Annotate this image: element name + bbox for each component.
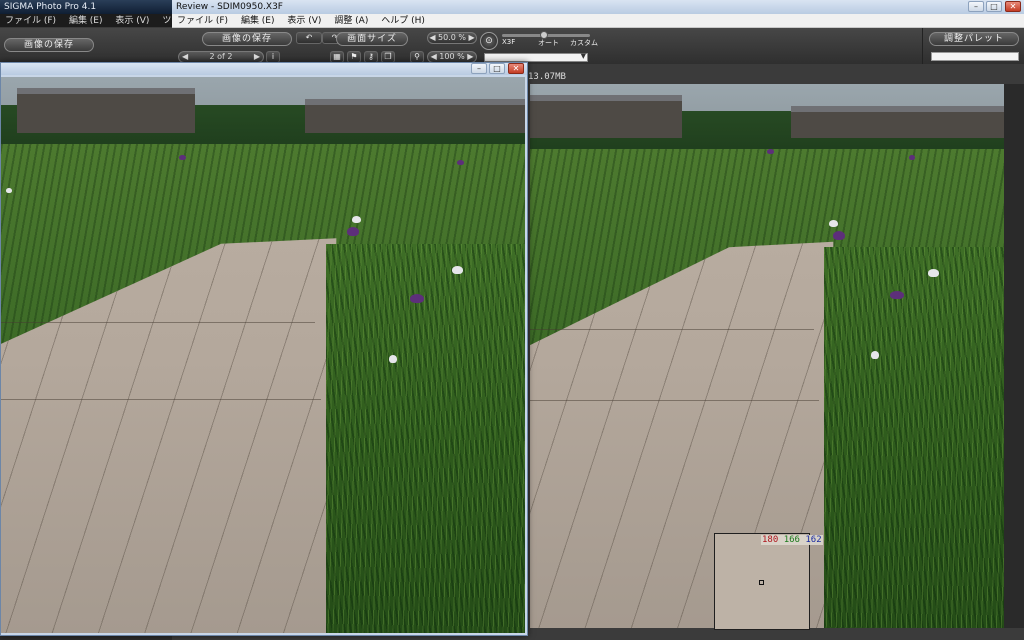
zoom-bottom-value: 100 % [439, 52, 465, 61]
rgb-red-value: 180 [762, 535, 779, 545]
photo-iris [890, 290, 905, 299]
photo-plank-line [1, 321, 316, 323]
mode-label-auto: オート [538, 39, 559, 47]
photo-building [304, 99, 525, 133]
photo-iris [928, 268, 940, 277]
mode-label-x3f: X3F [502, 38, 516, 46]
photo-building [790, 105, 1004, 139]
screen-size-button[interactable]: 画面サイズ [336, 32, 408, 46]
pixel-loupe[interactable] [714, 533, 810, 630]
photo-tall-grass [823, 247, 1004, 628]
sigma-menu-tools[interactable]: ツール (T) [157, 16, 172, 26]
adjust-palette-button[interactable]: 調整パレット [929, 32, 1019, 46]
photo-iris [179, 154, 187, 160]
mode-label-custom: カスタム [570, 39, 598, 47]
adjust-palette-field[interactable] [931, 52, 1019, 61]
review-close-icon[interactable]: ✕ [1005, 1, 1021, 12]
review-save-button[interactable]: 画像の保存 [202, 32, 292, 46]
review-menu-help[interactable]: ヘルプ (H) [376, 16, 430, 26]
photo-iris [409, 293, 424, 303]
popup-image-window: – □ ✕ [0, 62, 528, 636]
rgb-readout: 180 166 162 [761, 535, 823, 545]
rgb-green-value: 166 [783, 535, 800, 545]
sigma-titlebar: SIGMA Photo Pro 4.1 [0, 0, 172, 14]
review-menu-file[interactable]: ファイル (F) [172, 16, 233, 26]
sigma-menubar: ファイル (F) 編集 (E) 表示 (V) ツール (T) [0, 14, 172, 28]
review-menubar: ファイル (F) 編集 (E) 表示 (V) 調整 (A) ヘルプ (H) [172, 14, 1024, 28]
adjust-palette-panel: 調整パレット [922, 28, 1024, 64]
zoom-bottom-up-icon[interactable]: ▶ [467, 52, 473, 61]
photo-plank-line [1, 399, 321, 401]
sigma-menu-view[interactable]: 表示 (V) [110, 16, 154, 26]
popup-photo[interactable] [1, 77, 525, 633]
loupe-crosshair [759, 580, 764, 585]
photo-iris [352, 216, 362, 223]
photo-iris [346, 227, 359, 237]
review-menu-view[interactable]: 表示 (V) [282, 16, 326, 26]
photo-plank-line [530, 328, 815, 330]
next-page-icon[interactable]: ▶ [254, 52, 263, 62]
review-menu-adjust[interactable]: 調整 (A) [329, 16, 373, 26]
popup-minimize-icon[interactable]: – [471, 63, 487, 74]
review-minimize-icon[interactable]: – [968, 1, 984, 12]
review-maximize-icon[interactable]: □ [986, 1, 1002, 12]
sigma-menu-edit[interactable]: 編集 (E) [64, 16, 108, 26]
sigma-save-button[interactable]: 画像の保存 [4, 38, 94, 52]
popup-close-icon[interactable]: ✕ [508, 63, 524, 74]
popup-titlebar: – □ ✕ [1, 63, 527, 75]
sigma-menu-file[interactable]: ファイル (F) [0, 16, 61, 26]
mode-select[interactable]: ▼ [484, 52, 588, 62]
popup-maximize-icon[interactable]: □ [489, 63, 505, 74]
prev-page-icon[interactable]: ◀ [179, 52, 188, 62]
photo-building [16, 88, 195, 133]
review-toolbar: 画像の保存 ◀ 2 of 2 ▶ i ↶ ↷ ▦ ⚑ ⚷ ❐ 画面サイズ ◀ 5… [172, 28, 1024, 64]
zoom-top-control[interactable]: ◀ 50.0 % ▶ [427, 32, 477, 44]
page-counter: 2 of 2 [209, 52, 233, 61]
file-size-label: 13.07MB [528, 72, 566, 82]
zoom-down-icon[interactable]: ◀ [429, 33, 435, 42]
photo-iris [833, 230, 846, 240]
preview-scrollbar[interactable] [1004, 84, 1024, 628]
rotate-left-icon[interactable]: ↶ [296, 32, 322, 44]
review-titlebar: Review - SDIM0950.X3F – □ ✕ [172, 0, 1024, 14]
zoom-top-value: 50.0 % [438, 33, 466, 42]
review-menu-edit[interactable]: 編集 (E) [236, 16, 280, 26]
zoom-up-icon[interactable]: ▶ [469, 33, 475, 42]
chevron-down-icon[interactable]: ▼ [581, 52, 586, 60]
zoom-bottom-down-icon[interactable]: ◀ [431, 52, 437, 61]
photo-iris [767, 149, 774, 155]
photo-iris [871, 350, 880, 359]
photo-iris [828, 220, 838, 227]
photo-plank-line [530, 399, 820, 401]
mode-dial-icon[interactable]: ⊙ [480, 32, 498, 50]
review-title: Review - SDIM0950.X3F [176, 2, 283, 12]
sigma-main-window: SIGMA Photo Pro 4.1 ファイル (F) 編集 (E) 表示 (… [0, 0, 172, 64]
photo-iris [388, 355, 397, 363]
photo-tall-grass [325, 243, 525, 633]
sigma-toolbar: 画像の保存 [0, 28, 172, 64]
sigma-title: SIGMA Photo Pro 4.1 [4, 2, 97, 12]
photo-iris [909, 154, 916, 160]
photo-iris [451, 266, 463, 275]
rgb-blue-value: 162 [805, 535, 822, 545]
photo-building [530, 94, 682, 139]
